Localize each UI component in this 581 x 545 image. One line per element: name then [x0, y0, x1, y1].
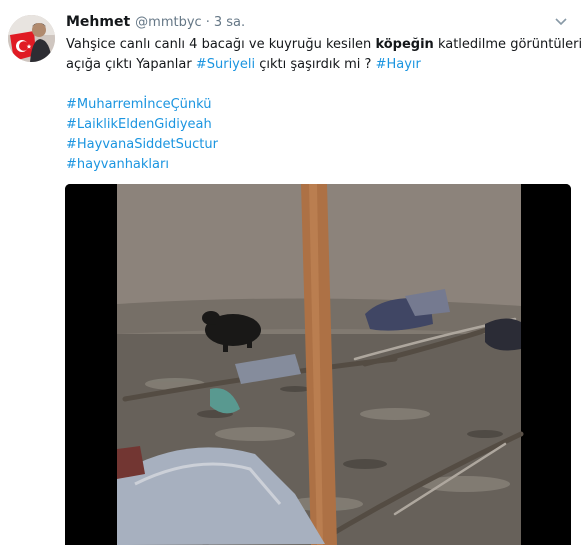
- hashtag-link[interactable]: #Hayır: [376, 57, 421, 72]
- bold-keyword: köpeğin: [375, 37, 434, 52]
- separator-dot: ·: [205, 15, 210, 30]
- hashtag-link[interactable]: #HayvanaSiddetSuctur: [66, 135, 218, 154]
- tweet-text-line-1: Vahşice canlı canlı 4 bacağı ve kuyruğu …: [66, 35, 581, 54]
- tweet-text-line-2: açığa çıktı Yapanlar #Suriyeli çıktı şaş…: [66, 55, 421, 74]
- hashtag-link[interactable]: #MuharremİnceÇünkü: [66, 95, 212, 114]
- tweet-header: Mehmet @mmtbyc · 3 sa.: [66, 14, 245, 34]
- hashtag-link[interactable]: #hayvanhakları: [66, 155, 169, 174]
- text-fragment: açığa çıktı Yapanlar: [66, 57, 196, 72]
- text-fragment: Vahşice canlı canlı 4 bacağı ve kuyruğu …: [66, 37, 376, 52]
- timestamp[interactable]: 3 sa.: [214, 15, 245, 30]
- chevron-down-icon[interactable]: [554, 16, 568, 28]
- text-fragment: çıktı şaşırdık mi ?: [255, 57, 376, 72]
- avatar[interactable]: [8, 15, 55, 62]
- tweet-video[interactable]: [65, 184, 571, 545]
- hashtag-link[interactable]: #Suriyeli: [196, 57, 255, 72]
- author-name[interactable]: Mehmet: [66, 14, 130, 30]
- hashtag-link[interactable]: #LaiklikEldenGidiyeah: [66, 115, 212, 134]
- video-frame: [65, 184, 571, 545]
- tweet: Mehmet @mmtbyc · 3 sa. Vahşice canlı can…: [0, 0, 581, 545]
- text-fragment: katledilme görüntüleri: [433, 37, 581, 52]
- avatar-photo: [8, 15, 55, 62]
- author-handle[interactable]: @mmtbyc: [135, 15, 202, 30]
